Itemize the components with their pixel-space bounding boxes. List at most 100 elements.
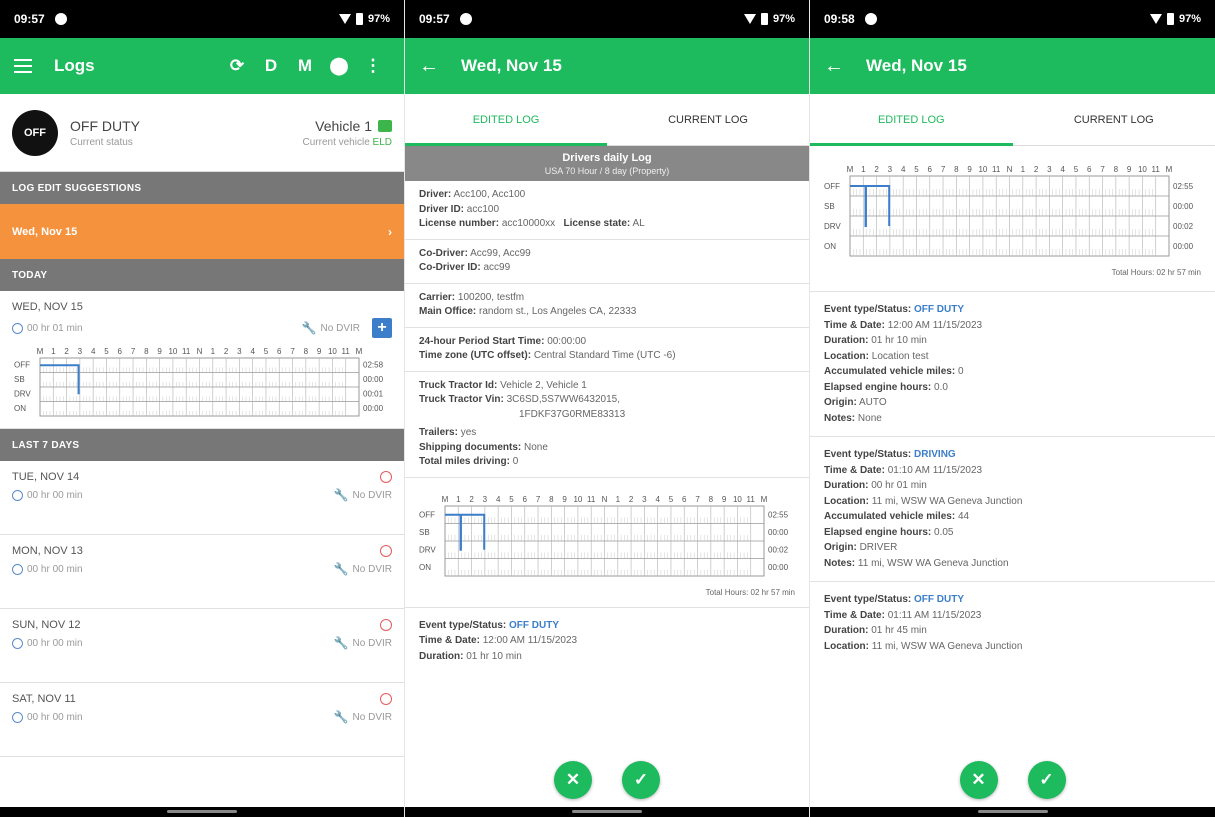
home-indicator[interactable] — [167, 810, 237, 813]
events-panel: 09:58 97% ← Wed, Nov 15 EDITED LOG CURRE… — [810, 0, 1215, 817]
back-arrow-icon[interactable]: ← — [419, 55, 439, 78]
hour-label: 5 — [509, 495, 514, 504]
add-dvir-button[interactable]: + — [372, 318, 392, 338]
hour-label: 10 — [733, 495, 742, 504]
tab-edited-log[interactable]: EDITED LOG — [405, 94, 607, 146]
event-item[interactable]: Event type/Status: OFF DUTY Time & Date: … — [810, 291, 1215, 436]
clock-icon — [12, 322, 23, 334]
hour-label: 6 — [277, 347, 282, 356]
day-duration: 00 hr 00 min — [27, 563, 83, 575]
event-location: 11 mi, WSW WA Geneva Junction — [871, 495, 1023, 507]
hour-label: M — [37, 347, 44, 356]
hour-label: 3 — [1047, 165, 1052, 174]
back-arrow-icon[interactable]: ← — [824, 55, 844, 78]
day-log-item[interactable]: SAT, NOV 11 00 hr 00 min 🔧 No DVIR — [0, 683, 404, 757]
hour-label: 10 — [978, 165, 987, 174]
log-grid: M 1 2 3 4 5 6 7 8 9 10 11 N 1 2 3 4 5 6 7 8 9 10 11 M OFF 02:55 SB 0… — [405, 484, 809, 582]
action-buttons: ✕ ✓ — [405, 761, 809, 799]
day-dvir: No DVIR — [352, 637, 392, 649]
current-status-row[interactable]: OFF OFF DUTY Current status Vehicle 1 Cu… — [0, 94, 404, 172]
tab-current-log[interactable]: CURRENT LOG — [1013, 94, 1215, 145]
day-dvir: No DVIR — [352, 711, 392, 723]
row-hours: 00:02 — [1173, 222, 1194, 231]
wifi-icon — [743, 14, 756, 24]
event-item[interactable]: Event type/Status: OFF DUTY Time & Date:… — [405, 606, 809, 675]
today-log[interactable]: WED, NOV 15 00 hr 01 min 🔧 No DVIR + M1234… — [0, 291, 404, 429]
day-log-item[interactable]: SUN, NOV 12 00 hr 00 min 🔧 No DVIR — [0, 609, 404, 683]
hour-label: 4 — [496, 495, 501, 504]
carrier-info: Carrier: 100200, testfm Main Office: ran… — [405, 284, 809, 328]
hour-label: 9 — [722, 495, 727, 504]
row-label: ON — [824, 242, 836, 251]
row-label: DRV — [14, 389, 31, 398]
hour-label: 7 — [695, 495, 700, 504]
hour-label: M — [442, 495, 449, 504]
accept-button[interactable]: ✓ — [622, 761, 660, 799]
hour-label: 3 — [642, 495, 647, 504]
wrench-icon: 🔧 — [333, 710, 349, 724]
reject-button[interactable]: ✕ — [554, 761, 592, 799]
row-hours: 02:55 — [1173, 182, 1194, 191]
menu-icon[interactable] — [14, 59, 32, 73]
battery-icon — [1166, 13, 1174, 25]
codriver-name: Acc99, Acc99 — [470, 247, 531, 259]
hour-label: 11 — [587, 495, 596, 504]
alert-icon — [380, 693, 392, 705]
hour-label: N — [197, 347, 203, 356]
hour-label: 11 — [1152, 165, 1161, 174]
home-indicator[interactable] — [572, 810, 642, 813]
status-bar: 09:57 97% — [0, 0, 404, 38]
event-item[interactable]: Event type/Status: DRIVING Time & Date: 0… — [810, 436, 1215, 581]
hour-label: 9 — [317, 347, 322, 356]
alert-icon — [380, 471, 392, 483]
driver-id: acc100 — [466, 203, 500, 215]
event-duration: 01 hr 10 min — [871, 335, 927, 346]
event-status: OFF DUTY — [914, 304, 965, 315]
tab-edited-log[interactable]: EDITED LOG — [810, 94, 1013, 146]
tractor-id: Vehicle 2, Vehicle 1 — [500, 379, 587, 391]
tab-current-log[interactable]: CURRENT LOG — [607, 94, 809, 145]
hour-label: 8 — [144, 347, 149, 356]
event-item[interactable]: Event type/Status: OFF DUTY Time & Date: … — [810, 581, 1215, 664]
period-info: 24-hour Period Start Time: 00:00:00 Time… — [405, 328, 809, 372]
hour-label: 2 — [224, 347, 229, 356]
event-status: OFF DUTY — [914, 594, 965, 605]
app-title: Wed, Nov 15 — [461, 56, 562, 75]
suggestion-item[interactable]: Wed, Nov 15 › — [0, 204, 404, 259]
battery-icon — [355, 13, 363, 25]
nav-bar — [810, 807, 1215, 817]
log-grid-chart: M 1 2 3 4 5 6 7 8 9 10 11 N 1 2 3 4 5 6 7 8 9 10 11 MOFF 02:58SB 0… — [14, 347, 384, 417]
clock-icon — [12, 563, 23, 575]
log-grid: M 1 2 3 4 5 6 7 8 9 10 11 N 1 2 3 4 5 6 7 8 9 10 11 M OFF 02:58 SB 0… — [12, 344, 392, 422]
location-pin-icon[interactable]: ⬤ — [322, 56, 356, 76]
refresh-icon[interactable]: ⟳ — [220, 56, 254, 76]
day-log-item[interactable]: TUE, NOV 14 00 hr 00 min 🔧 No DVIR — [0, 461, 404, 535]
driver-name: Acc100, Acc100 — [453, 189, 526, 200]
daily-log-subtitle: USA 70 Hour / 8 day (Property) — [544, 166, 670, 176]
hour-label: 4 — [901, 165, 906, 174]
wifi-icon — [1149, 14, 1162, 24]
accept-button[interactable]: ✓ — [1027, 761, 1066, 799]
event-location: 11 mi, WSW WA Geneva Junction — [871, 640, 1023, 652]
wrench-icon: 🔧 — [301, 321, 317, 335]
row-hours: 02:55 — [768, 510, 789, 519]
reject-button[interactable]: ✕ — [959, 761, 998, 799]
section-last-7-days: LAST 7 DAYS — [0, 429, 404, 461]
overflow-menu-icon[interactable]: ⋮ — [356, 56, 390, 76]
row-label: DRV — [419, 545, 436, 554]
notification-icon — [54, 13, 67, 25]
hour-label: 5 — [914, 165, 919, 174]
day-date: TUE, NOV 14 — [12, 471, 80, 483]
monthly-view-button[interactable]: M — [288, 56, 322, 76]
hour-label: 2 — [874, 165, 879, 174]
home-indicator[interactable] — [977, 810, 1048, 813]
day-log-item[interactable]: MON, NOV 13 00 hr 00 min 🔧 No DVIR — [0, 535, 404, 609]
row-hours: 00:02 — [768, 545, 789, 554]
hour-label: 4 — [91, 347, 96, 356]
chevron-right-icon: › — [388, 224, 392, 239]
hour-label: M — [356, 347, 363, 356]
hour-label: 4 — [1060, 165, 1065, 174]
row-label: OFF — [419, 510, 435, 519]
daily-view-button[interactable]: D — [254, 56, 288, 76]
off-duty-badge[interactable]: OFF — [12, 109, 58, 156]
